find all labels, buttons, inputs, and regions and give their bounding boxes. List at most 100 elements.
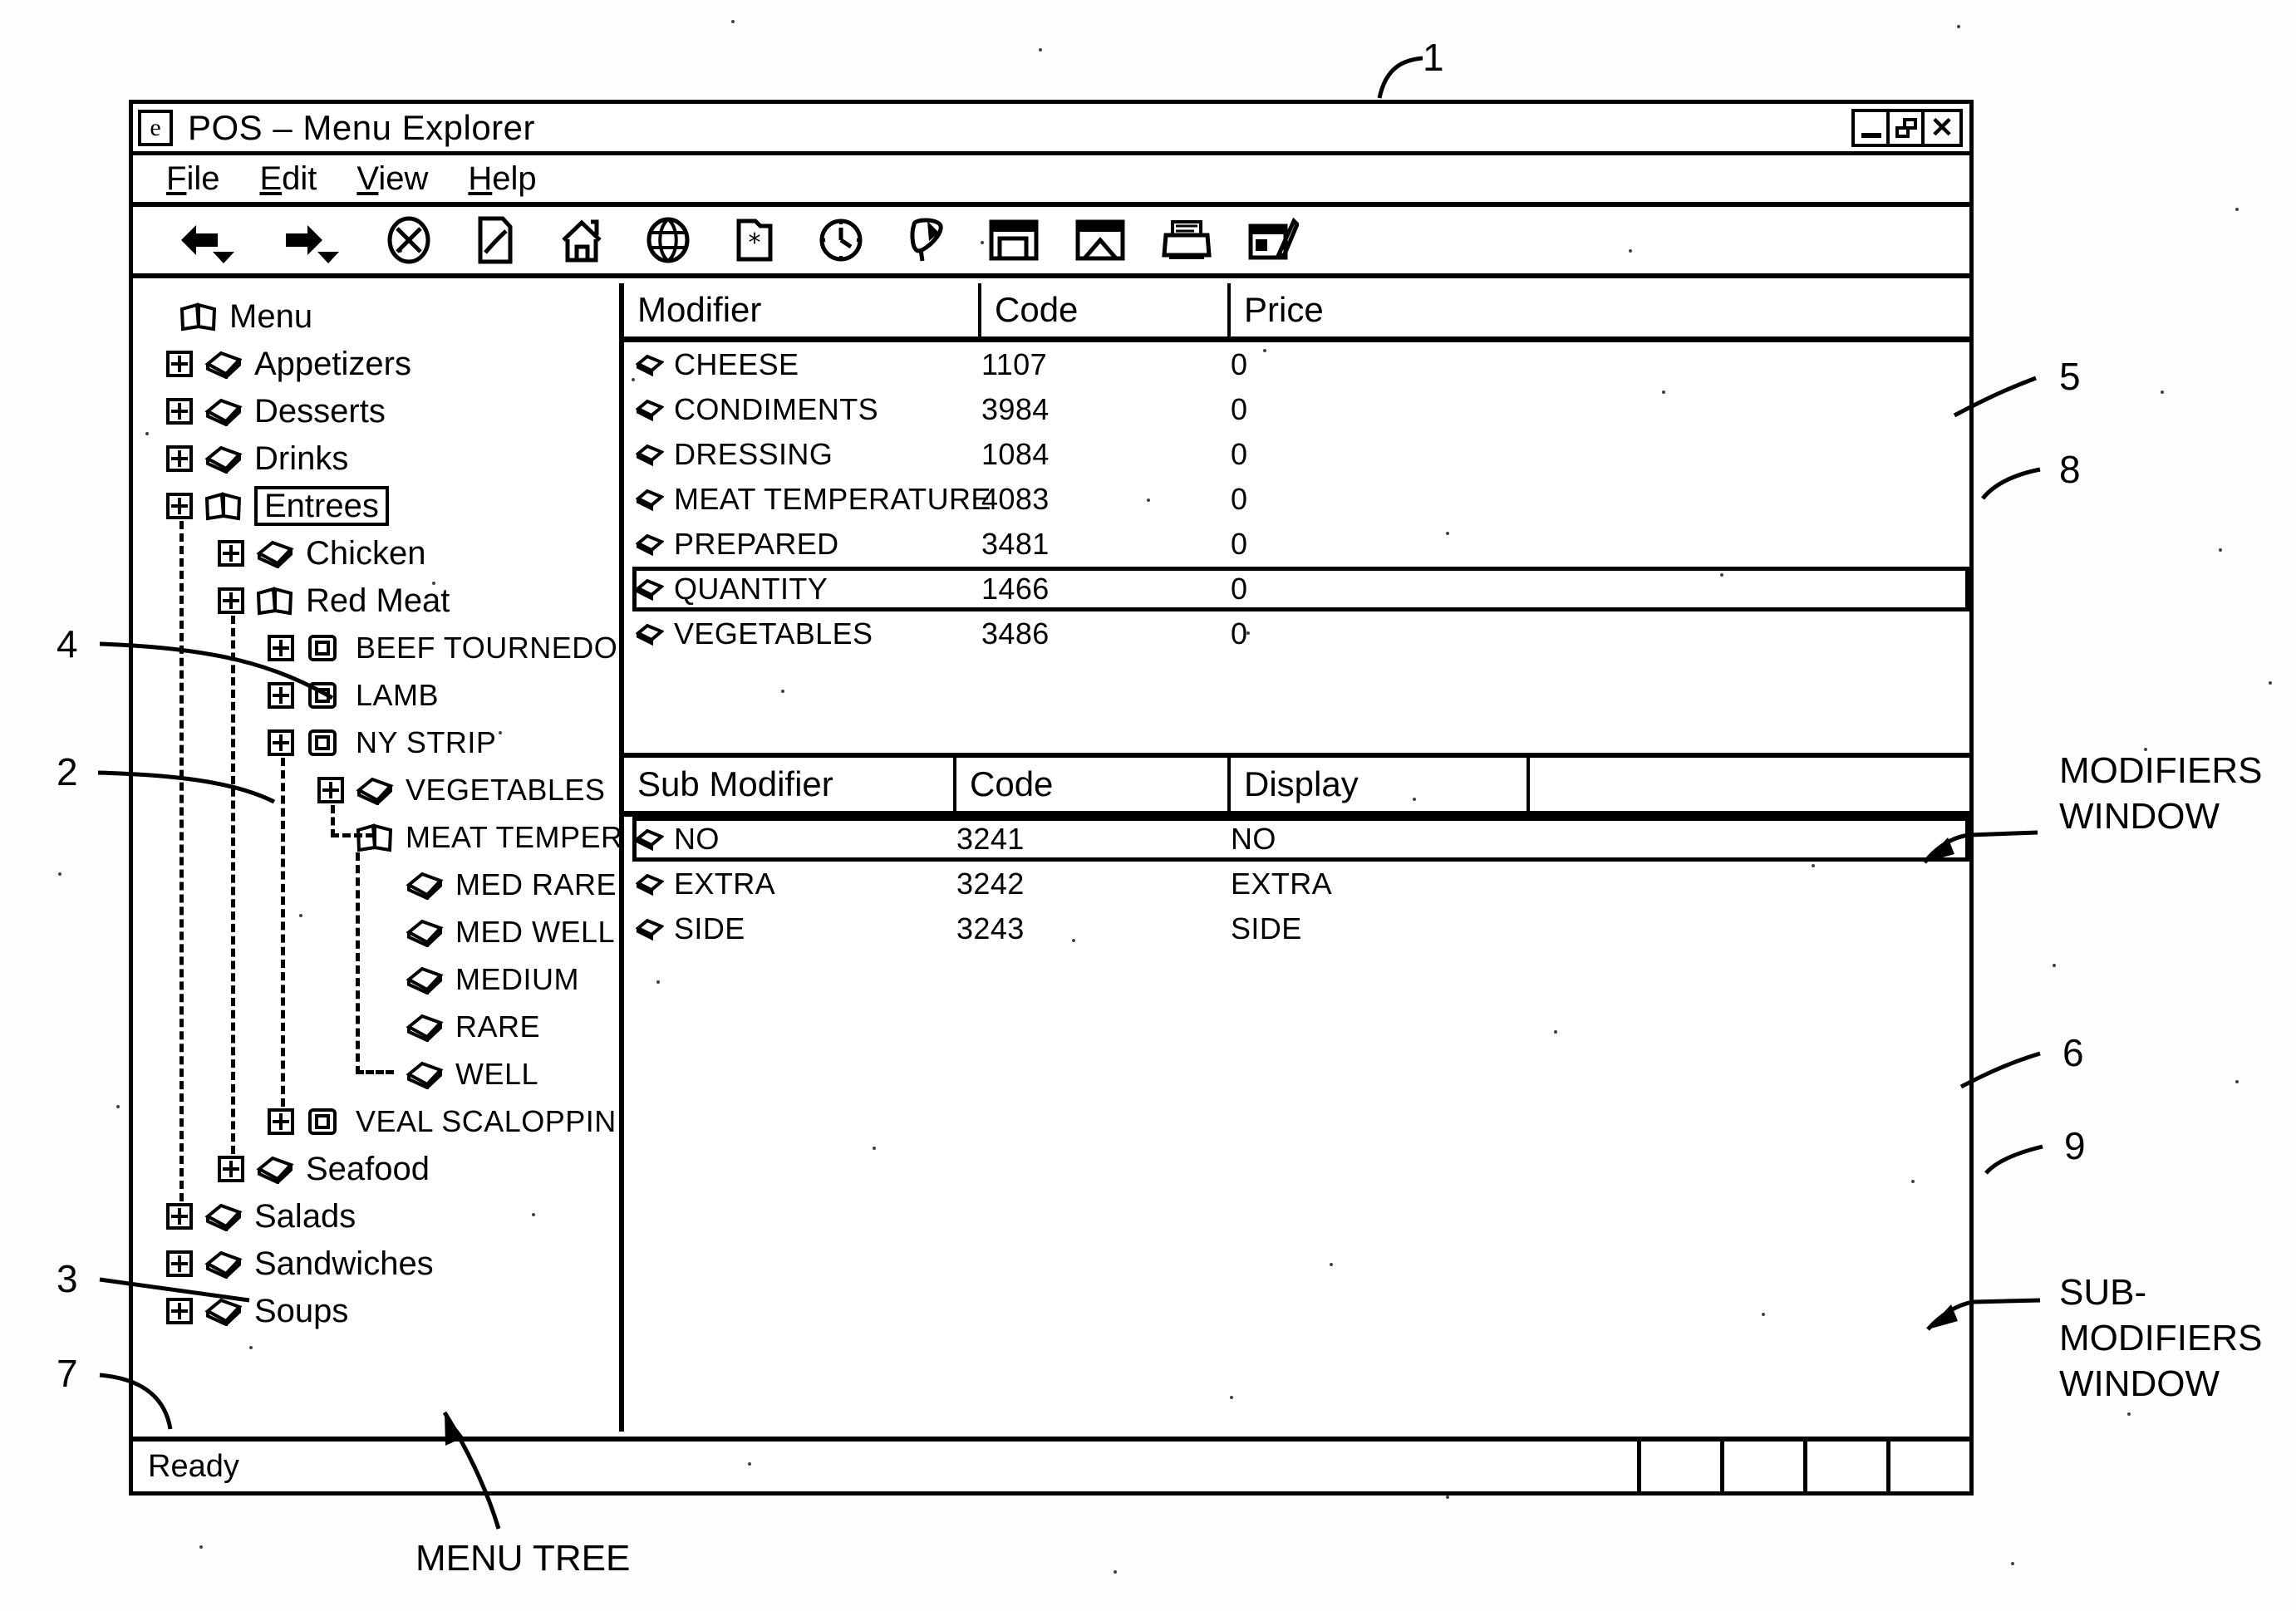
expand-plus-icon[interactable]: [166, 398, 193, 425]
minimize-button[interactable]: [1855, 112, 1890, 144]
tree-item-red-meat[interactable]: Red Meat: [218, 579, 450, 622]
tree-item-appetizers[interactable]: Appetizers: [166, 342, 411, 386]
expand-plus-icon[interactable]: [166, 445, 193, 472]
scan-artifact: [1246, 631, 1250, 635]
tree-item-sandwiches[interactable]: Sandwiches: [166, 1242, 434, 1285]
modifier-price-cell: 0: [1231, 392, 1248, 426]
expand-plus-icon[interactable]: [166, 351, 193, 377]
forward-dropdown-caret[interactable]: [317, 252, 339, 263]
modifier-code-cell: 3486: [981, 616, 1050, 651]
new-item-icon[interactable]: *: [711, 210, 798, 270]
modifier-row[interactable]: VEGETABLES 3486 0: [624, 611, 1969, 656]
column-header-code[interactable]: Code: [981, 283, 1231, 336]
tree-item-label: NY STRIP: [356, 725, 497, 759]
edit-list-icon[interactable]: [1230, 210, 1316, 270]
tree-item-desserts[interactable]: Desserts: [166, 390, 386, 433]
tree-item-med-well[interactable]: MED WELL: [367, 911, 615, 954]
expand-plus-icon[interactable]: [166, 1250, 193, 1277]
scan-artifact: [656, 980, 660, 984]
tree-item-chicken[interactable]: Chicken: [218, 532, 426, 575]
tree-item-well[interactable]: WELL: [367, 1053, 538, 1096]
column-header-sub-modifier[interactable]: Sub Modifier: [624, 758, 956, 811]
home-icon[interactable]: [538, 210, 625, 270]
tree-item-meat-temperature[interactable]: MEAT TEMPERATURE: [317, 816, 619, 859]
menu-tree-panel[interactable]: Menu Appetizers Desserts Drinks Entrees Chick…: [133, 283, 624, 1432]
tree-item-med-rare[interactable]: MED RARE: [367, 863, 617, 906]
tree-item-ny-strip[interactable]: NY STRIP: [268, 721, 496, 764]
tree-item-lamb[interactable]: LAMB: [268, 674, 439, 717]
column-header-sub-code[interactable]: Code: [956, 758, 1231, 811]
menu-item-file[interactable]: File: [166, 160, 219, 198]
forward-icon[interactable]: [261, 210, 347, 270]
modifier-row[interactable]: CHEESE 1107 0: [624, 342, 1969, 387]
modifier-name-cell: CHEESE: [624, 347, 981, 382]
callout-ref-6: 6: [2062, 1031, 2084, 1074]
tree-item-salads[interactable]: Salads: [166, 1195, 356, 1238]
expand-plus-icon[interactable]: [268, 635, 294, 661]
tree-item-menu[interactable]: Menu: [141, 295, 312, 338]
modifier-diamond-icon: [636, 533, 664, 556]
scan-artifact: [1720, 573, 1723, 577]
scan-artifact: [116, 1105, 120, 1108]
menu-item-edit[interactable]: Edit: [259, 160, 317, 198]
modifier-row[interactable]: DRESSING 1084 0: [624, 432, 1969, 477]
tree-item-seafood[interactable]: Seafood: [218, 1147, 430, 1191]
expand-plus-icon[interactable]: [317, 777, 344, 803]
e-logo-icon[interactable]: e: [138, 109, 173, 146]
sub-modifiers-window[interactable]: Sub Modifier Code Display NO 3241 NO EXTRA 3…: [624, 758, 1969, 1432]
modifiers-window[interactable]: Modifier Code Price CHEESE 1107 0 CONDIMENT…: [624, 283, 1969, 758]
tree-item-medium[interactable]: MEDIUM: [367, 958, 579, 1001]
tree-item-rare[interactable]: RARE: [367, 1005, 540, 1049]
closed-book-icon: [204, 349, 243, 379]
history-clock-icon[interactable]: [798, 210, 884, 270]
restore-button[interactable]: [1890, 112, 1925, 144]
sub-modifier-row[interactable]: EXTRA 3242 EXTRA: [624, 862, 1969, 906]
print-icon[interactable]: [1143, 210, 1230, 270]
expand-plus-icon[interactable]: [268, 729, 294, 756]
menu-item-view[interactable]: View: [356, 160, 428, 198]
close-button[interactable]: ✕: [1925, 112, 1959, 144]
tree-item-vegetables[interactable]: VEGETABLES: [317, 769, 605, 812]
expand-plus-icon[interactable]: [166, 1203, 193, 1230]
search-globe-icon[interactable]: [625, 210, 711, 270]
tree-item-entrees[interactable]: Entrees: [166, 484, 389, 528]
edit-document-icon[interactable]: [452, 210, 538, 270]
title-bar[interactable]: e POS – Menu Explorer ✕: [133, 104, 1969, 155]
tree-item-drinks[interactable]: Drinks: [166, 437, 348, 480]
modifier-price-cell: 0: [1231, 572, 1248, 606]
expand-plus-icon[interactable]: [218, 587, 244, 614]
column-header-display[interactable]: Display: [1231, 758, 1530, 811]
tree-item-soups[interactable]: Soups: [166, 1289, 348, 1333]
sub-modifier-row[interactable]: NO 3241 NO: [624, 817, 1969, 862]
closed-book-icon: [406, 1059, 444, 1089]
scan-artifact: [1330, 1263, 1333, 1266]
column-header-blank[interactable]: [1530, 758, 1969, 811]
fullscreen-window-icon[interactable]: [971, 210, 1057, 270]
tree-item-label: Entrees: [254, 486, 389, 526]
menu-item-help[interactable]: Help: [468, 160, 536, 198]
tree-item-beef-tournedo[interactable]: BEEF TOURNEDO: [268, 626, 617, 670]
modifier-row[interactable]: MEAT TEMPERATURE 4083 0: [624, 477, 1969, 522]
expand-plus-icon[interactable]: [218, 540, 244, 567]
modifier-row[interactable]: CONDIMENTS 3984 0: [624, 387, 1969, 432]
expand-plus-icon[interactable]: [166, 1298, 193, 1324]
channels-icon[interactable]: [884, 210, 971, 270]
expand-plus-icon[interactable]: [268, 682, 294, 709]
modifier-price-cell: 0: [1231, 482, 1248, 516]
mail-icon[interactable]: [1057, 210, 1143, 270]
column-header-price[interactable]: Price: [1231, 283, 1563, 336]
back-dropdown-caret[interactable]: [213, 252, 234, 263]
back-icon[interactable]: [156, 210, 243, 270]
scan-artifact: [1812, 864, 1815, 867]
expand-plus-icon[interactable]: [268, 1108, 294, 1135]
tree-item-veal-scaloppini[interactable]: VEAL SCALOPPINI: [268, 1100, 619, 1143]
stop-icon[interactable]: [366, 210, 452, 270]
expand-plus-icon[interactable]: [218, 1156, 244, 1182]
modifier-row[interactable]: PREPARED 3481 0: [624, 522, 1969, 567]
expand-plus-icon[interactable]: [166, 493, 193, 519]
column-header-modifier[interactable]: Modifier: [624, 283, 981, 336]
modifier-row[interactable]: QUANTITY 1466 0: [624, 567, 1969, 611]
content-area: Menu Appetizers Desserts Drinks Entrees Chick…: [133, 283, 1969, 1432]
modifier-price-cell: 0: [1231, 527, 1248, 561]
sub-modifier-row[interactable]: SIDE 3243 SIDE: [624, 906, 1969, 951]
